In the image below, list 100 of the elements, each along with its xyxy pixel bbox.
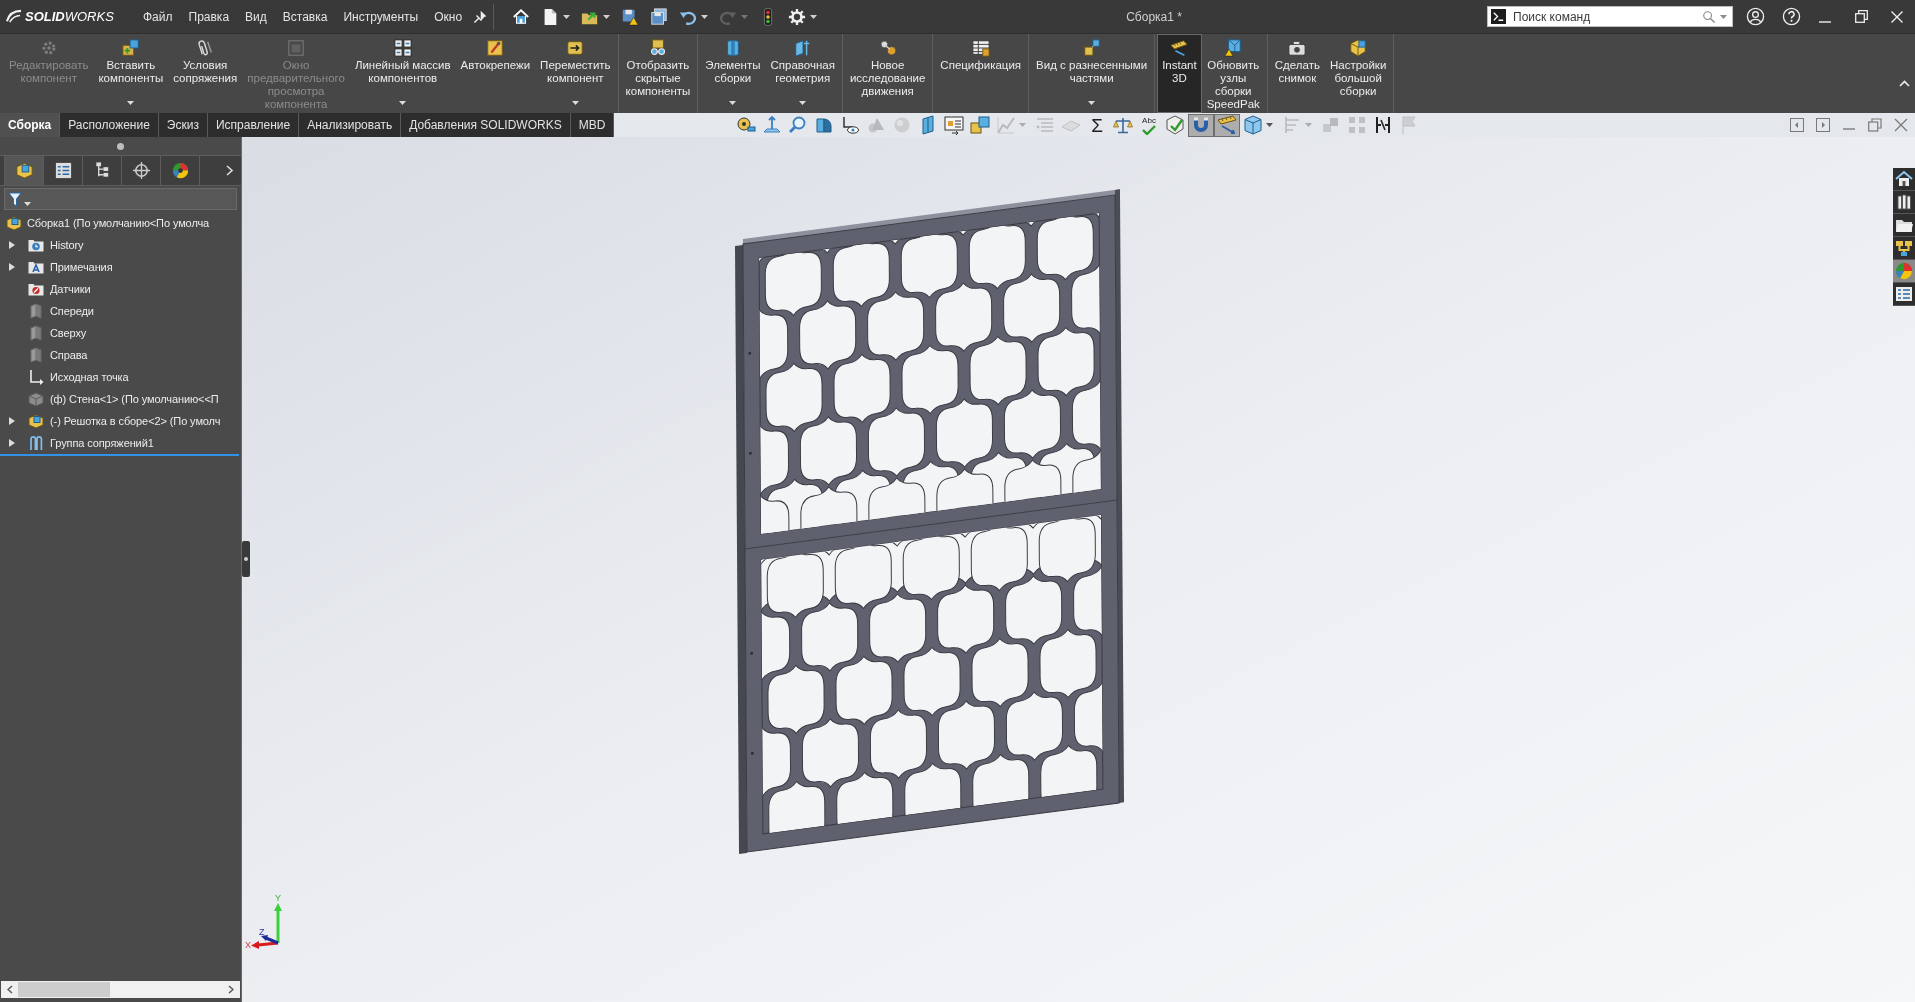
caret-icon[interactable] [571,101,579,105]
caret-icon[interactable] [24,202,31,206]
caret-icon[interactable] [799,101,807,105]
dock-left-icon[interactable] [1790,118,1804,132]
command-tab[interactable]: MBD [570,113,615,137]
document-title: Сборка1 * [1126,8,1182,26]
tree-item-label[interactable]: Датчики [50,280,91,298]
task-pane-tab[interactable] [1893,191,1915,214]
ribbon-button[interactable]: Настройки большой сборки [1324,34,1392,113]
caret-icon[interactable] [1266,123,1273,127]
ribbon-button[interactable]: Вставить компоненты [93,34,169,113]
tree-item-label[interactable]: History [50,236,84,254]
ribbon-button[interactable]: Условия сопряжения [168,34,243,113]
command-tab[interactable]: Добавления SOLIDWORKS [401,113,571,137]
menu-item[interactable]: Вид [237,7,275,26]
library-icon [1895,239,1913,257]
command-tab[interactable]: Анализировать [299,113,402,137]
tree-item-label[interactable]: Сборка1 (По умолчанию<По умолча [27,214,210,232]
ribbon-button[interactable]: Отобразить скрытые компоненты [620,34,696,113]
tape-measure-icon [736,115,756,135]
ribbon-button[interactable]: Вид с разнесенными частями [1031,34,1153,113]
restore-icon[interactable] [1854,10,1868,23]
scrollbar[interactable] [1,981,240,998]
ribbon-button[interactable]: Instant 3D [1157,34,1202,113]
toolbar-button[interactable]: Σ [1084,113,1110,137]
logo-icon [5,9,22,24]
table-arrow-icon [944,115,964,135]
chevron-up-icon[interactable] [1899,80,1910,87]
expand-arrow-icon[interactable] [9,417,15,425]
ribbon-button[interactable]: Линейный массив компонентов [349,34,456,113]
paperclip-icon [196,39,215,57]
ribbon-button[interactable]: Новое исследование движения [844,34,931,113]
bolt-sheet-icon [486,39,505,57]
command-tab[interactable]: Исправление [207,113,300,137]
axis-label: Z [259,927,265,937]
search-field[interactable]: Поиск команд [1513,7,1702,26]
caret-icon[interactable] [563,14,571,19]
command-tab[interactable]: Эскиз [158,113,208,137]
exploded-cubes-icon [1082,39,1101,57]
grip-icon[interactable] [117,142,124,150]
color-wheel-icon [1895,262,1913,280]
caret-icon[interactable] [399,101,407,105]
search-bar[interactable]: Поиск команд [1487,6,1733,27]
ribbon-button[interactable]: Сделать снимок [1269,34,1325,113]
menu-item[interactable]: Файл [135,7,181,26]
command-tab[interactable]: Сборка [0,113,61,137]
expand-arrow-icon[interactable] [9,241,15,249]
tree-item-label[interactable]: Сверху [50,324,87,342]
tree-item-label[interactable]: Исходная точка [50,368,129,386]
caret-icon[interactable] [701,14,709,19]
panel-tab[interactable] [4,156,44,185]
tree-item-label[interactable]: (-) Решотка в сборе<2> (По умолч [50,412,221,430]
box-icon [1243,115,1263,135]
menu-item[interactable]: Окно [426,7,471,26]
expand-arrow-icon[interactable] [9,263,15,271]
caret-icon[interactable] [127,101,135,105]
user-icon[interactable] [1745,7,1765,26]
table-icon [971,39,990,57]
task-pane-tab[interactable] [1893,237,1915,260]
sphere-icon [892,115,912,135]
task-pane-tab[interactable] [1893,168,1915,191]
ribbon-button[interactable]: Справочная геометрия [765,34,840,113]
menu-item[interactable]: Правка [180,7,238,26]
ribbon-button[interactable]: Обновить узлы сборки SpeedPak [1201,34,1265,113]
cubes-icon [970,115,990,135]
menu-item[interactable]: Инструменты [335,7,427,26]
tree-item-label[interactable]: (ф) Стена<1> (По умолчанию<<П [50,390,219,408]
ribbon-button[interactable]: Элементы сборки [700,34,766,113]
caret-icon[interactable] [1720,14,1727,19]
expand-arrow-icon[interactable] [9,439,15,447]
home-icon [512,7,531,26]
dock-right-icon[interactable] [1816,118,1830,132]
ribbon-button[interactable]: Автокрепежи [455,34,536,113]
caret-icon[interactable] [810,14,818,19]
command-tab[interactable]: Расположение [60,113,159,137]
list-icon [53,161,73,180]
chevron-right-icon[interactable] [226,165,233,176]
ribbon-button[interactable]: Переместить компонент [535,34,616,113]
home-icon [1895,170,1913,188]
menu-item[interactable]: Вставка [274,7,336,26]
caret-icon[interactable] [603,14,611,19]
settings-icon [788,7,807,26]
ribbon-button[interactable]: Спецификация [935,34,1027,113]
task-pane-tab[interactable] [1893,214,1915,237]
help-icon[interactable] [1781,7,1801,26]
search-icon[interactable] [1702,9,1716,24]
tree-item-label[interactable]: Примечания [50,258,113,276]
scroll-right-icon[interactable] [228,985,234,994]
tree-item-label[interactable]: Справа [50,346,88,364]
scrollbar-thumb[interactable] [18,982,110,997]
scroll-left-icon[interactable] [7,985,13,994]
tree-item-label[interactable]: Спереди [50,302,94,320]
pin-icon[interactable] [473,9,488,24]
splitter-handle[interactable] [242,541,250,577]
tree-item-label[interactable]: Группа сопряжений1 [50,434,154,452]
caret-icon[interactable] [1088,101,1096,105]
toolbar-button[interactable]: Abc [1136,113,1162,137]
task-pane-tab[interactable] [1893,283,1915,306]
caret-icon[interactable] [729,101,737,105]
filter-field[interactable] [4,188,237,210]
